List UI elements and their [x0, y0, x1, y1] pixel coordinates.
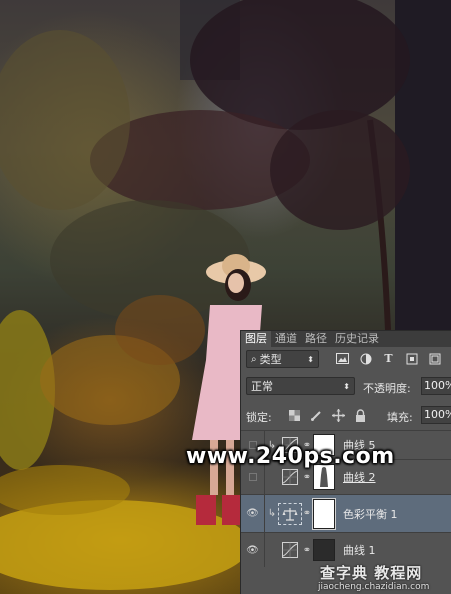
eye-icon: 👁	[246, 508, 259, 519]
site-watermark: www.240ps.com	[186, 444, 395, 469]
layer-name[interactable]: 曲线 2	[335, 469, 376, 485]
eye-icon: 👁	[246, 544, 259, 556]
curves-adjustment-icon	[279, 540, 301, 560]
fill-label: 填充:	[387, 411, 413, 424]
curves-adjustment-icon	[279, 467, 301, 487]
lock-transparent-icon[interactable]	[287, 408, 301, 422]
adjustment-filter-icon[interactable]	[358, 352, 373, 365]
blend-mode-value: 正常	[251, 380, 273, 393]
filter-icons: T	[335, 352, 442, 365]
tab-paths[interactable]: 路径	[301, 331, 331, 347]
layer-mask-thumbnail[interactable]	[312, 497, 336, 530]
layer-kind-filter[interactable]: ⌕ 类型 ⬍	[246, 350, 319, 368]
lock-all-icon[interactable]	[353, 408, 367, 422]
chevron-updown-icon: ⬍	[343, 381, 350, 391]
chain-link-icon[interactable]: ⚭	[301, 508, 313, 519]
lock-position-icon[interactable]	[331, 408, 345, 422]
color-balance-adjustment-icon	[278, 502, 302, 525]
chain-link-icon[interactable]: ⚭	[301, 545, 313, 556]
tab-channels[interactable]: 通道	[271, 331, 301, 347]
image-filter-icon[interactable]	[335, 352, 350, 365]
fill-input[interactable]: 100%	[421, 406, 451, 424]
visibility-toggle[interactable]: 👁	[241, 533, 265, 567]
lock-pixels-icon[interactable]	[309, 408, 323, 422]
chevron-updown-icon: ⬍	[307, 354, 314, 364]
opacity-input[interactable]: 100%	[421, 377, 451, 395]
blend-mode-select[interactable]: 正常 ⬍	[246, 377, 355, 395]
opacity-label: 不透明度:	[363, 382, 411, 395]
hidden-eye-icon	[248, 473, 257, 481]
layer-name[interactable]: 曲线 1	[335, 542, 376, 558]
tab-layers[interactable]: 图层	[241, 331, 271, 347]
panel-tabs: 图层 通道 路径 历史记录	[241, 331, 451, 347]
layer-kind-label: 类型	[259, 353, 282, 366]
lock-label: 锁定:	[246, 411, 272, 424]
logo-watermark: 查字典 教程网	[320, 564, 423, 582]
tab-history[interactable]: 历史记录	[331, 331, 383, 347]
layer-row-selected[interactable]: 👁 ↳ ⚭ 色彩平衡 1	[241, 494, 451, 532]
url-watermark: jiaocheng.chazidian.com	[318, 582, 430, 592]
chain-link-icon[interactable]: ⚭	[301, 472, 313, 483]
clip-arrow-icon: ↳	[267, 508, 277, 519]
layer-mask-thumbnail[interactable]	[313, 539, 335, 561]
shape-filter-icon[interactable]	[404, 352, 419, 365]
layer-name[interactable]: 色彩平衡 1	[335, 506, 398, 522]
visibility-toggle[interactable]: 👁	[241, 495, 265, 532]
lock-icons	[287, 408, 367, 422]
type-filter-icon[interactable]: T	[381, 352, 396, 365]
smart-object-filter-icon[interactable]	[427, 352, 442, 365]
